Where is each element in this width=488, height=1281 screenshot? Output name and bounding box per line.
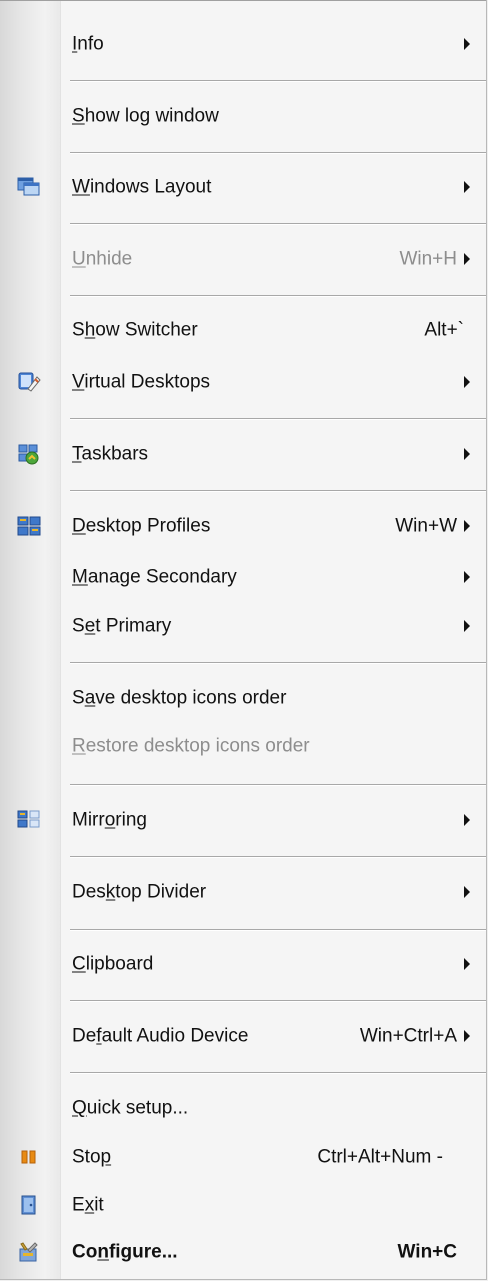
menu-item-desktop-profiles[interactable]: Desktop Profiles Win+W: [0, 508, 486, 544]
menu-item-show-switcher[interactable]: Show Switcher Alt+`: [0, 312, 486, 348]
menu-item-label: Unhide: [72, 248, 133, 270]
menu-item-virtual-desktops[interactable]: Virtual Desktops: [0, 364, 486, 400]
menu-item-set-primary[interactable]: Set Primary: [0, 608, 486, 644]
desktop-profiles-icon: [17, 515, 41, 537]
menu-item-shortcut: Win+H: [399, 248, 457, 270]
menu-separator: [70, 856, 486, 858]
menu-separator: [70, 929, 486, 931]
menu-item-label: Manage Secondary: [72, 566, 237, 588]
menu-item-manage-secondary[interactable]: Manage Secondary: [0, 559, 486, 595]
menu-separator: [70, 784, 486, 786]
submenu-arrow-icon: [464, 1030, 470, 1042]
menu-item-label: Save desktop icons order: [72, 687, 287, 709]
menu-item-windows-layout[interactable]: Windows Layout: [0, 169, 486, 205]
taskbars-icon: [17, 443, 41, 465]
menu-item-info[interactable]: Info: [0, 26, 486, 62]
menu-item-label: Show log window: [72, 105, 219, 127]
pause-icon: [17, 1146, 41, 1168]
menu-item-label: Restore desktop icons order: [72, 735, 310, 757]
menu-item-show-log-window[interactable]: Show log window: [0, 98, 486, 134]
menu-item-exit[interactable]: Exit: [0, 1187, 486, 1223]
submenu-arrow-icon: [464, 620, 470, 632]
menu-item-label: Windows Layout: [72, 176, 212, 198]
menu-item-label: Virtual Desktops: [72, 371, 211, 393]
menu-separator: [70, 295, 486, 297]
menu-separator: [70, 80, 486, 82]
menu-separator: [70, 152, 486, 154]
menu-item-save-desktop-icons-order[interactable]: Save desktop icons order: [0, 680, 486, 716]
exit-door-icon: [17, 1194, 41, 1216]
menu-top-border: [0, 0, 486, 1]
submenu-arrow-icon: [464, 253, 470, 265]
menu-item-label: Configure...: [72, 1241, 178, 1263]
virtual-desktops-icon: [17, 371, 41, 393]
submenu-arrow-icon: [464, 886, 470, 898]
menu-item-label: Desktop Profiles: [72, 515, 211, 537]
submenu-arrow-icon: [464, 448, 470, 460]
menu-item-label: Info: [72, 33, 104, 55]
menu-item-label: Show Switcher: [72, 319, 198, 341]
menu-item-label: Exit: [72, 1194, 104, 1216]
menu-item-shortcut: Win+Ctrl+A: [359, 1025, 457, 1047]
menu-separator: [70, 1000, 486, 1002]
configure-tools-icon: [17, 1241, 41, 1263]
menu-item-clipboard[interactable]: Clipboard: [0, 946, 486, 982]
menu-separator: [70, 662, 486, 664]
menu-item-taskbars[interactable]: Taskbars: [0, 436, 486, 472]
menu-item-unhide[interactable]: Unhide Win+H: [0, 241, 486, 277]
submenu-arrow-icon: [464, 38, 470, 50]
menu-item-shortcut: Win+C: [397, 1241, 457, 1263]
mirroring-icon: [17, 809, 41, 831]
menu-item-label: Mirroring: [72, 809, 147, 831]
menu-item-shortcut: Ctrl+Alt+Num -: [317, 1146, 443, 1168]
submenu-arrow-icon: [464, 814, 470, 826]
context-menu: Info Show log window Windows Layout Unhi…: [0, 0, 487, 1280]
submenu-arrow-icon: [464, 376, 470, 388]
menu-item-label: Quick setup...: [72, 1097, 189, 1119]
menu-item-label: Set Primary: [72, 615, 172, 637]
menu-item-shortcut: Win+W: [395, 515, 457, 537]
menu-item-mirroring[interactable]: Mirroring: [0, 802, 486, 838]
menu-item-configure[interactable]: Configure... Win+C: [0, 1234, 486, 1270]
submenu-arrow-icon: [464, 958, 470, 970]
menu-separator: [70, 490, 486, 492]
menu-separator: [70, 223, 486, 225]
menu-item-label: Default Audio Device: [72, 1025, 249, 1047]
menu-separator: [70, 1072, 486, 1074]
menu-item-shortcut: Alt+`: [424, 319, 464, 341]
menu-item-restore-desktop-icons-order[interactable]: Restore desktop icons order: [0, 728, 486, 764]
menu-item-label: Taskbars: [72, 443, 149, 465]
menu-item-desktop-divider[interactable]: Desktop Divider: [0, 874, 486, 910]
menu-item-default-audio-device[interactable]: Default Audio Device Win+Ctrl+A: [0, 1018, 486, 1054]
menu-item-label: Desktop Divider: [72, 881, 207, 903]
menu-separator: [70, 418, 486, 420]
menu-item-label: Clipboard: [72, 953, 154, 975]
menu-item-stop[interactable]: Stop Ctrl+Alt+Num -: [0, 1139, 486, 1175]
submenu-arrow-icon: [464, 571, 470, 583]
windows-layout-icon: [17, 176, 41, 198]
submenu-arrow-icon: [464, 181, 470, 193]
menu-item-quick-setup[interactable]: Quick setup...: [0, 1090, 486, 1126]
submenu-arrow-icon: [464, 520, 470, 532]
menu-item-label: Stop: [72, 1146, 112, 1168]
